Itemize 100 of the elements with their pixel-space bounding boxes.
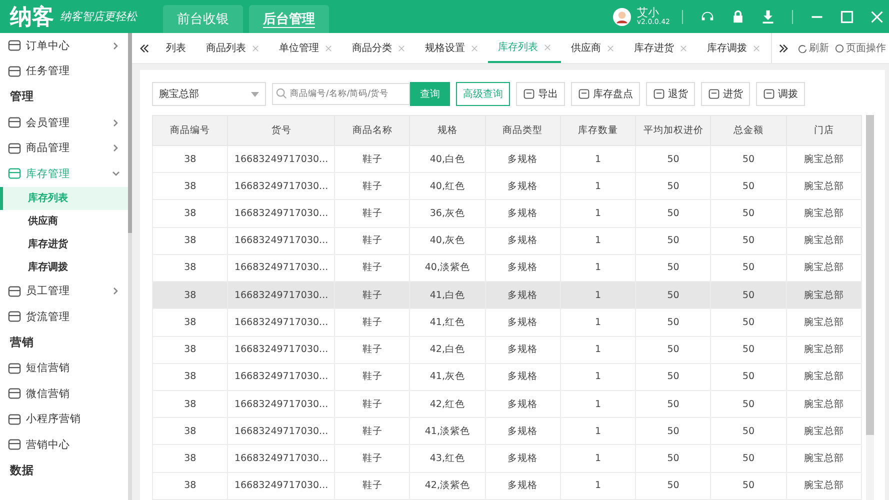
- table-cell: 腕宝总部: [786, 146, 862, 173]
- double-chevron-left-icon: [140, 44, 148, 52]
- table-cell: 1: [560, 146, 636, 173]
- table-cell: 50: [710, 444, 786, 472]
- sidebar-subitem[interactable]: 库存进货: [0, 232, 128, 256]
- table-cell: 1: [560, 282, 636, 309]
- double-chevron-right-icon: [779, 44, 788, 52]
- page-tab[interactable]: 库存调拨: [697, 33, 770, 63]
- sidebar-subitem[interactable]: 库存调拨: [0, 256, 128, 279]
- table-cell: 16683249717030...: [228, 146, 335, 173]
- table-cell: 38: [152, 227, 228, 254]
- table-cell: 多规格: [485, 227, 560, 254]
- table-cell: 38: [152, 444, 228, 472]
- table-cell: 腕宝总部: [786, 363, 862, 390]
- close-icon[interactable]: [607, 44, 614, 52]
- table-cell: 1: [560, 200, 636, 228]
- table-cell: 50: [710, 336, 786, 364]
- table-cell: 50: [710, 308, 786, 336]
- table-cell: 50: [710, 172, 786, 200]
- sidebar-item[interactable]: 商品管理: [0, 135, 128, 161]
- toolbar-button[interactable]: 进货: [701, 82, 750, 106]
- column-header: 库存数量: [560, 116, 636, 146]
- table-cell: 40,白色: [410, 146, 486, 173]
- close-icon[interactable]: [544, 44, 551, 50]
- sidebar-item[interactable]: 营销中心: [0, 432, 128, 458]
- sidebar-subitem[interactable]: 供应商: [0, 210, 128, 233]
- table-cell: 腕宝总部: [786, 444, 862, 472]
- chevron-icon: [112, 118, 120, 127]
- table-cell: 38: [152, 472, 228, 500]
- table-cell: 多规格: [485, 418, 560, 445]
- sidebar-item[interactable]: 短信营销: [0, 355, 128, 381]
- menu-item-icon: [8, 412, 21, 426]
- column-header: 商品编号: [152, 116, 228, 146]
- column-header: 商品类型: [485, 116, 560, 146]
- table-cell: 41,红色: [410, 308, 486, 336]
- table-cell: 38: [152, 390, 228, 418]
- table-cell: 腕宝总部: [786, 200, 862, 228]
- close-icon[interactable]: [398, 44, 405, 52]
- search-field[interactable]: 商品编号/名称/简码/货号: [272, 83, 410, 105]
- sidebar-section-title: 营销: [9, 334, 35, 351]
- table-cell: 38: [152, 200, 228, 228]
- table-cell: 多规格: [485, 146, 560, 173]
- table-cell: 16683249717030...: [228, 282, 335, 309]
- table-cell: 50: [636, 336, 711, 364]
- store-select[interactable]: 腕宝总部: [152, 82, 266, 106]
- avatar-icon[interactable]: [612, 8, 631, 26]
- table-cell: 腕宝总部: [786, 390, 862, 418]
- table-cell: 16683249717030...: [228, 336, 335, 364]
- table-cell: 38: [152, 418, 228, 445]
- page-tab[interactable]: 单位管理: [269, 33, 342, 63]
- table-cell: 鞋子: [334, 227, 410, 254]
- maximize-icon[interactable]: [840, 10, 854, 24]
- table-cell: 38: [152, 172, 228, 200]
- lock-icon[interactable]: [731, 9, 745, 24]
- close-icon[interactable]: [680, 44, 687, 52]
- caret-icon: [251, 92, 259, 96]
- table-cell: 腕宝总部: [786, 227, 862, 254]
- sidebar-item[interactable]: 货流管理: [0, 304, 128, 330]
- menu-item-icon: [8, 362, 21, 375]
- chevron-icon: [112, 144, 120, 152]
- table-cell: 1: [560, 227, 636, 254]
- scrollbar-thumb[interactable]: [866, 115, 874, 435]
- toolbar-button[interactable]: 调拨: [756, 82, 805, 106]
- toolbar-button[interactable]: 导出: [516, 82, 565, 106]
- table-cell: 腕宝总部: [786, 472, 862, 500]
- sidebar-item[interactable]: 会员管理: [0, 110, 128, 136]
- page-tab[interactable]: 商品分类: [342, 33, 415, 63]
- close-icon[interactable]: [325, 44, 332, 52]
- download-icon[interactable]: [761, 9, 775, 24]
- table-cell: 50: [636, 146, 711, 173]
- close-icon[interactable]: [252, 44, 259, 52]
- toolbar-button[interactable]: 库存盘点: [571, 82, 640, 106]
- toolbar-button[interactable]: 退货: [646, 82, 695, 106]
- table-cell: 鞋子: [334, 418, 410, 445]
- sidebar-item[interactable]: 小程序营销: [0, 406, 128, 432]
- table-cell: 1: [560, 336, 636, 364]
- page-tab[interactable]: 规格设置: [415, 33, 488, 63]
- page-tab[interactable]: 供应商: [561, 33, 624, 63]
- sidebar-item[interactable]: 订单中心: [0, 33, 128, 59]
- close-icon[interactable]: [753, 44, 760, 52]
- close-icon[interactable]: [471, 44, 478, 52]
- page-tab[interactable]: 列表: [156, 33, 196, 63]
- table-cell: 50: [710, 146, 786, 173]
- table-cell: 鞋子: [334, 282, 410, 309]
- table-cell: 鞋子: [334, 472, 410, 500]
- page-tab[interactable]: 商品列表: [196, 33, 269, 63]
- sidebar-item[interactable]: 微信营销: [0, 380, 128, 407]
- logo: 纳客: [10, 4, 54, 32]
- menu-item-icon: [8, 284, 21, 298]
- table-cell: 42,淡紫色: [410, 472, 486, 500]
- table-cell: 多规格: [485, 390, 560, 418]
- box-icon: [708, 88, 720, 100]
- sidebar-item[interactable]: 员工管理: [0, 278, 128, 304]
- sidebar-item[interactable]: 任务管理: [0, 58, 128, 84]
- page-tab[interactable]: 库存进货: [624, 33, 697, 63]
- table-cell: 16683249717030...: [228, 308, 335, 336]
- circle-icon: [835, 44, 844, 52]
- table-cell: 50: [636, 282, 711, 309]
- chevron-icon: [112, 170, 120, 178]
- scrollbar-thumb[interactable]: [128, 33, 132, 233]
